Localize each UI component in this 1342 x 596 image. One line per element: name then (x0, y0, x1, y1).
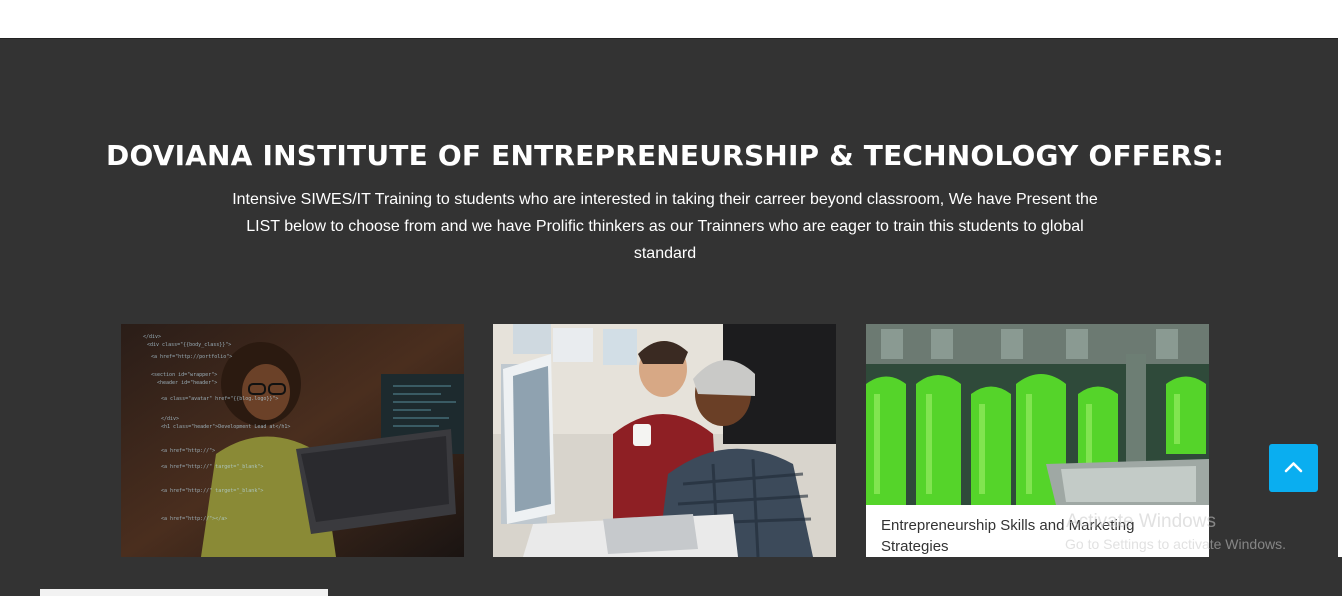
svg-text:<a href="http://">: <a href="http://"> (161, 448, 215, 454)
svg-text:<a href="http://" target="_bla: <a href="http://" target="_blank"> (161, 488, 263, 494)
section-heading: DOVIANA INSTITUTE OF ENTREPRENEURSHIP & … (106, 139, 1224, 172)
svg-text:</div>: </div> (161, 416, 179, 422)
svg-text:<a href="http://" target="_bla: <a href="http://" target="_blank"> (161, 464, 263, 470)
bottom-scroll-strip (40, 589, 328, 596)
svg-text:<a class="avatar" href="{{blog: <a class="avatar" href="{{blog.logo}}"> (161, 396, 278, 402)
svg-text:<h1 class="header">Development: <h1 class="header">Development Lead at</… (161, 424, 290, 430)
course-card-computer[interactable] (493, 324, 836, 557)
svg-text:<a href="http://"></a>: <a href="http://"></a> (161, 516, 227, 522)
course-card-coding[interactable]: </div> <div class="{{body_class}}"> <a h… (121, 324, 464, 557)
students-at-computer-photo (493, 324, 836, 557)
svg-text:<header id="header">: <header id="header"> (157, 380, 217, 386)
svg-text:<section id="wrapper">: <section id="wrapper"> (151, 372, 217, 378)
activate-windows-subtitle: Go to Settings to activate Windows. (1065, 536, 1286, 552)
svg-text:</div>: </div> (143, 334, 161, 340)
offers-section: DOVIANA INSTITUTE OF ENTREPRENEURSHIP & … (0, 39, 1338, 596)
activate-windows-title: Activate Windows (1066, 511, 1216, 532)
top-header-strip (0, 0, 1339, 39)
chevron-up-icon (1284, 462, 1303, 473)
scroll-to-top-button[interactable] (1269, 444, 1318, 492)
section-intro: Intensive SIWES/IT Training to students … (232, 191, 1098, 262)
page-edge (1338, 0, 1342, 557)
svg-text:<a href="http://portfolio">: <a href="http://portfolio"> (151, 354, 232, 360)
woman-coding-laptop-photo: </div> <div class="{{body_class}}"> <a h… (121, 324, 464, 557)
svg-text:<div class="{{body_class}}">: <div class="{{body_class}}"> (147, 342, 231, 348)
